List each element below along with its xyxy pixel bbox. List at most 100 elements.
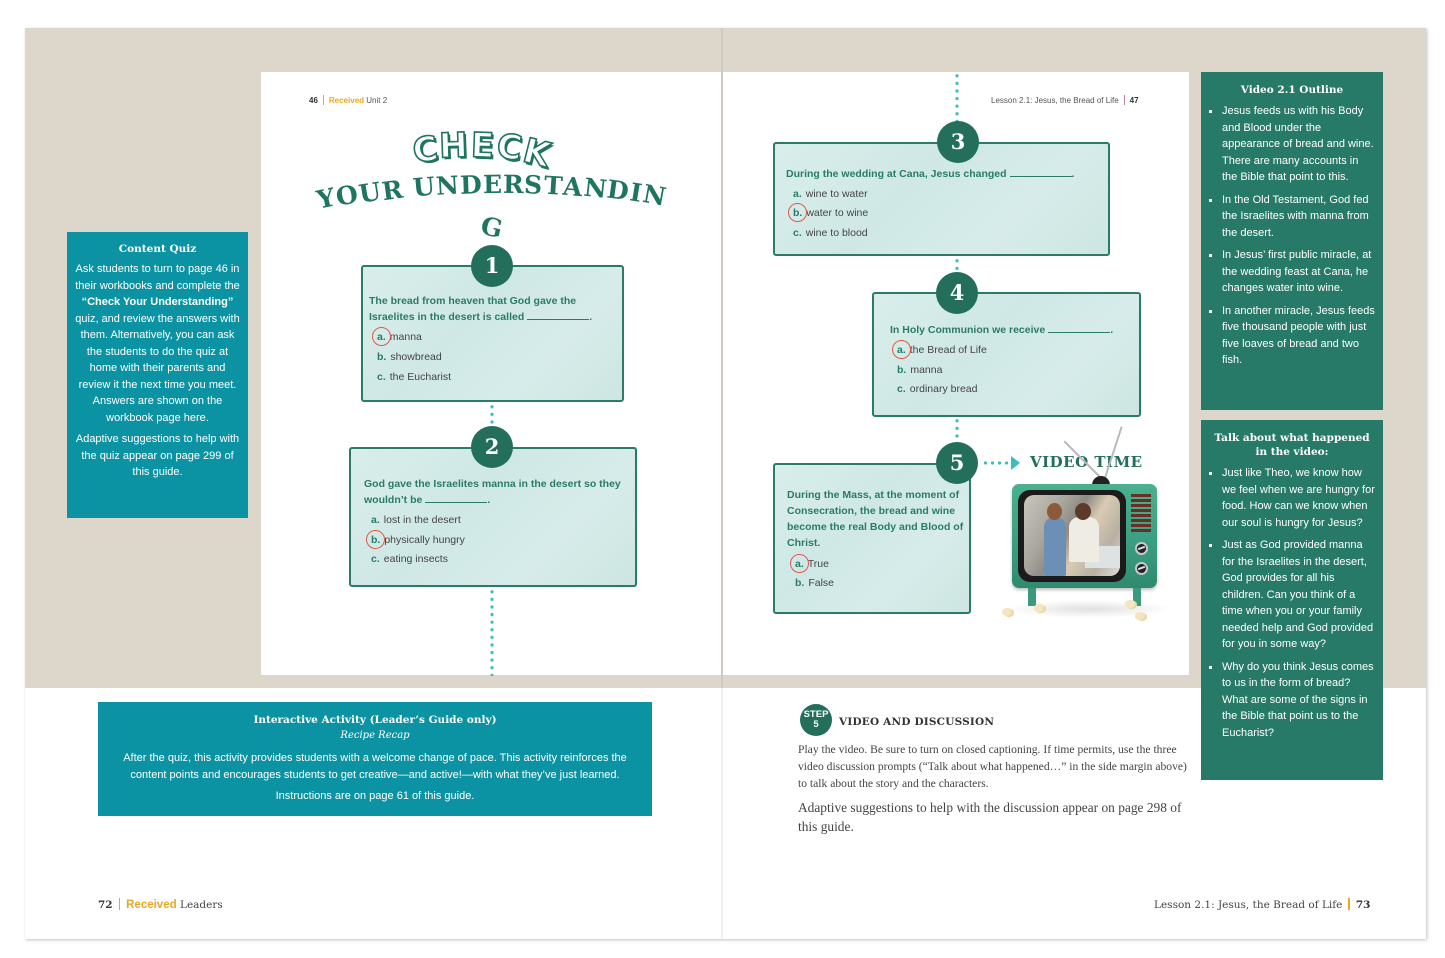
- dotted-arrow-line: [982, 461, 1010, 465]
- quiz-option: a. wine to water: [793, 188, 868, 200]
- quiz-question: During the Mass, at the moment of Consec…: [787, 489, 964, 549]
- image-child: [1044, 503, 1066, 576]
- question-number-badge: 3: [937, 121, 979, 163]
- tv-illustration: [1012, 484, 1157, 606]
- activity-subtitle: Recipe Recap: [340, 730, 410, 741]
- quiz-option: b. physically hungry: [365, 530, 465, 549]
- title-letter: D: [459, 170, 484, 200]
- option-text: physically hungry: [384, 534, 465, 546]
- option-text: the Bread of Life: [909, 344, 987, 356]
- content-quiz-box: Content Quiz Ask students to turn to pag…: [67, 232, 248, 518]
- outline-item: In Jesus’ first public miracle, at the w…: [1201, 247, 1375, 297]
- workbook-section: Unit 2: [366, 96, 388, 105]
- outline-item: In the Old Testament, God fed the Israel…: [1201, 192, 1375, 242]
- discussion-prompt: Just as God provided manna for the Israe…: [1201, 537, 1375, 653]
- footer-right: Lesson 2.1: Jesus, the Bread of Life 73: [1154, 898, 1371, 911]
- quiz-option: b. showbread: [377, 351, 442, 363]
- question-number-badge: 2: [471, 426, 513, 468]
- quiz-question: In Holy Communion we receive.: [890, 323, 1114, 336]
- option-letter-correct: b.: [365, 530, 386, 549]
- title-check: CHECK: [397, 123, 568, 178]
- outline-item: Jesus feeds us with his Body and Blood u…: [1201, 103, 1375, 186]
- video-outline-title: Video 2.1 Outline: [1240, 84, 1344, 96]
- discussion-prompt: Why do you think Jesus comes to us in th…: [1201, 659, 1375, 742]
- quiz-option: a. lost in the desert: [371, 514, 461, 526]
- video-outline-box: Video 2.1 Outline Jesus feeds us with hi…: [1201, 72, 1383, 410]
- answer-blank: [1009, 167, 1072, 177]
- option-text: wine to blood: [805, 227, 868, 239]
- tv-leg: [1028, 588, 1036, 606]
- content-quiz-adaptive: Adaptive suggestions to help with the qu…: [75, 433, 240, 478]
- workbook-brand: Received: [328, 96, 365, 105]
- answer-blank: [425, 493, 488, 503]
- tv-screen: [1018, 490, 1126, 582]
- quiz-question: The bread from heaven that God gave the …: [369, 295, 593, 323]
- answer-blank: [1048, 323, 1111, 333]
- option-letter: c.: [897, 383, 906, 395]
- tv-knob-icon: [1135, 542, 1148, 555]
- video-outline-list: Jesus feeds us with his Body and Blood u…: [1201, 103, 1375, 369]
- workbook-lesson: Lesson 2.1: Jesus, the Bread of Life: [991, 96, 1119, 105]
- workbook-quiz-name: “Check Your Understanding”: [81, 296, 234, 308]
- title-letter: U: [412, 171, 438, 203]
- option-text: water to wine: [806, 207, 869, 219]
- talk-about-box: Talk about what happened in the video: J…: [1201, 420, 1383, 780]
- option-text: showbread: [390, 351, 442, 363]
- quiz-option: a. manna: [372, 327, 422, 346]
- option-letter: b.: [795, 577, 805, 589]
- outline-item: In another miracle, Jesus feeds five tho…: [1201, 303, 1375, 369]
- question-text: During the wedding at Cana, Jesus change…: [786, 168, 1007, 180]
- interactive-activity-box: Interactive Activity (Leader’s Guide onl…: [98, 702, 652, 816]
- dotted-connector: [955, 257, 959, 273]
- quiz-option: a. True: [790, 554, 829, 573]
- question-number-badge: 4: [936, 272, 978, 314]
- quiz-option: b. False: [795, 577, 834, 589]
- activity-title: Interactive Activity (Leader’s Guide onl…: [253, 714, 497, 726]
- question-number-badge: 1: [471, 245, 513, 287]
- image-adult: [1069, 503, 1099, 562]
- title-letter: R: [502, 169, 525, 200]
- workbook-header-left: 46 Received Unit 2: [309, 95, 387, 105]
- step-number: 5: [813, 719, 819, 730]
- option-text: manna: [910, 364, 943, 376]
- footer-lesson: Lesson 2.1: Jesus, the Bread of Life: [1154, 899, 1343, 911]
- step-adaptive-note: Adaptive suggestions to help with the di…: [798, 800, 1182, 834]
- option-letter-correct: a.: [892, 340, 911, 359]
- footer-left: 72 Received Leaders: [98, 898, 223, 911]
- answer-blank: [527, 310, 590, 320]
- talk-about-list: Just like Theo, we know how we feel when…: [1201, 465, 1375, 741]
- text-span: Ask students to turn to page 46 in their…: [75, 263, 240, 292]
- title-letter: E: [469, 125, 498, 167]
- question-text: In Holy Communion we receive: [890, 324, 1046, 336]
- quiz-option: b. manna: [897, 364, 942, 376]
- option-letter: b.: [377, 351, 387, 363]
- workbook-page-number: 46: [309, 96, 318, 105]
- footer-divider: [118, 898, 121, 910]
- option-text: lost in the desert: [383, 514, 461, 526]
- title-letter: N: [640, 178, 670, 212]
- activity-instructions: Instructions are on page 61 of this guid…: [275, 790, 475, 802]
- step-title: VIDEO AND DISCUSSION: [839, 716, 995, 728]
- option-letter-correct: a.: [790, 554, 809, 573]
- question-number-badge: 5: [936, 442, 978, 484]
- popcorn-icon: [1002, 608, 1012, 616]
- footer-brand: Received: [126, 899, 177, 911]
- quiz-question: God gave the Israelites manna in the des…: [364, 478, 621, 506]
- content-quiz-title: Content Quiz: [118, 243, 197, 255]
- step-body: Play the video. Be sure to turn on close…: [798, 743, 1187, 790]
- quiz-option: c. ordinary bread: [897, 383, 977, 395]
- option-letter-correct: a.: [372, 327, 391, 346]
- option-letter: a.: [793, 188, 802, 200]
- arrow-right-icon: [1011, 456, 1020, 470]
- quiz-option: c. the Eucharist: [377, 371, 451, 383]
- title-letter: T: [542, 170, 565, 201]
- title-letter: H: [438, 125, 472, 168]
- footer-divider: [1348, 898, 1350, 910]
- talk-about-title: Talk about what happened in the video:: [1214, 432, 1370, 458]
- option-text: True: [807, 558, 829, 570]
- title-letter: E: [482, 169, 503, 200]
- video-still-image: [1024, 495, 1120, 576]
- option-letter: b.: [897, 364, 907, 376]
- activity-body: After the quiz, this activity provides s…: [123, 752, 627, 781]
- quiz-option: a. the Bread of Life: [892, 340, 987, 359]
